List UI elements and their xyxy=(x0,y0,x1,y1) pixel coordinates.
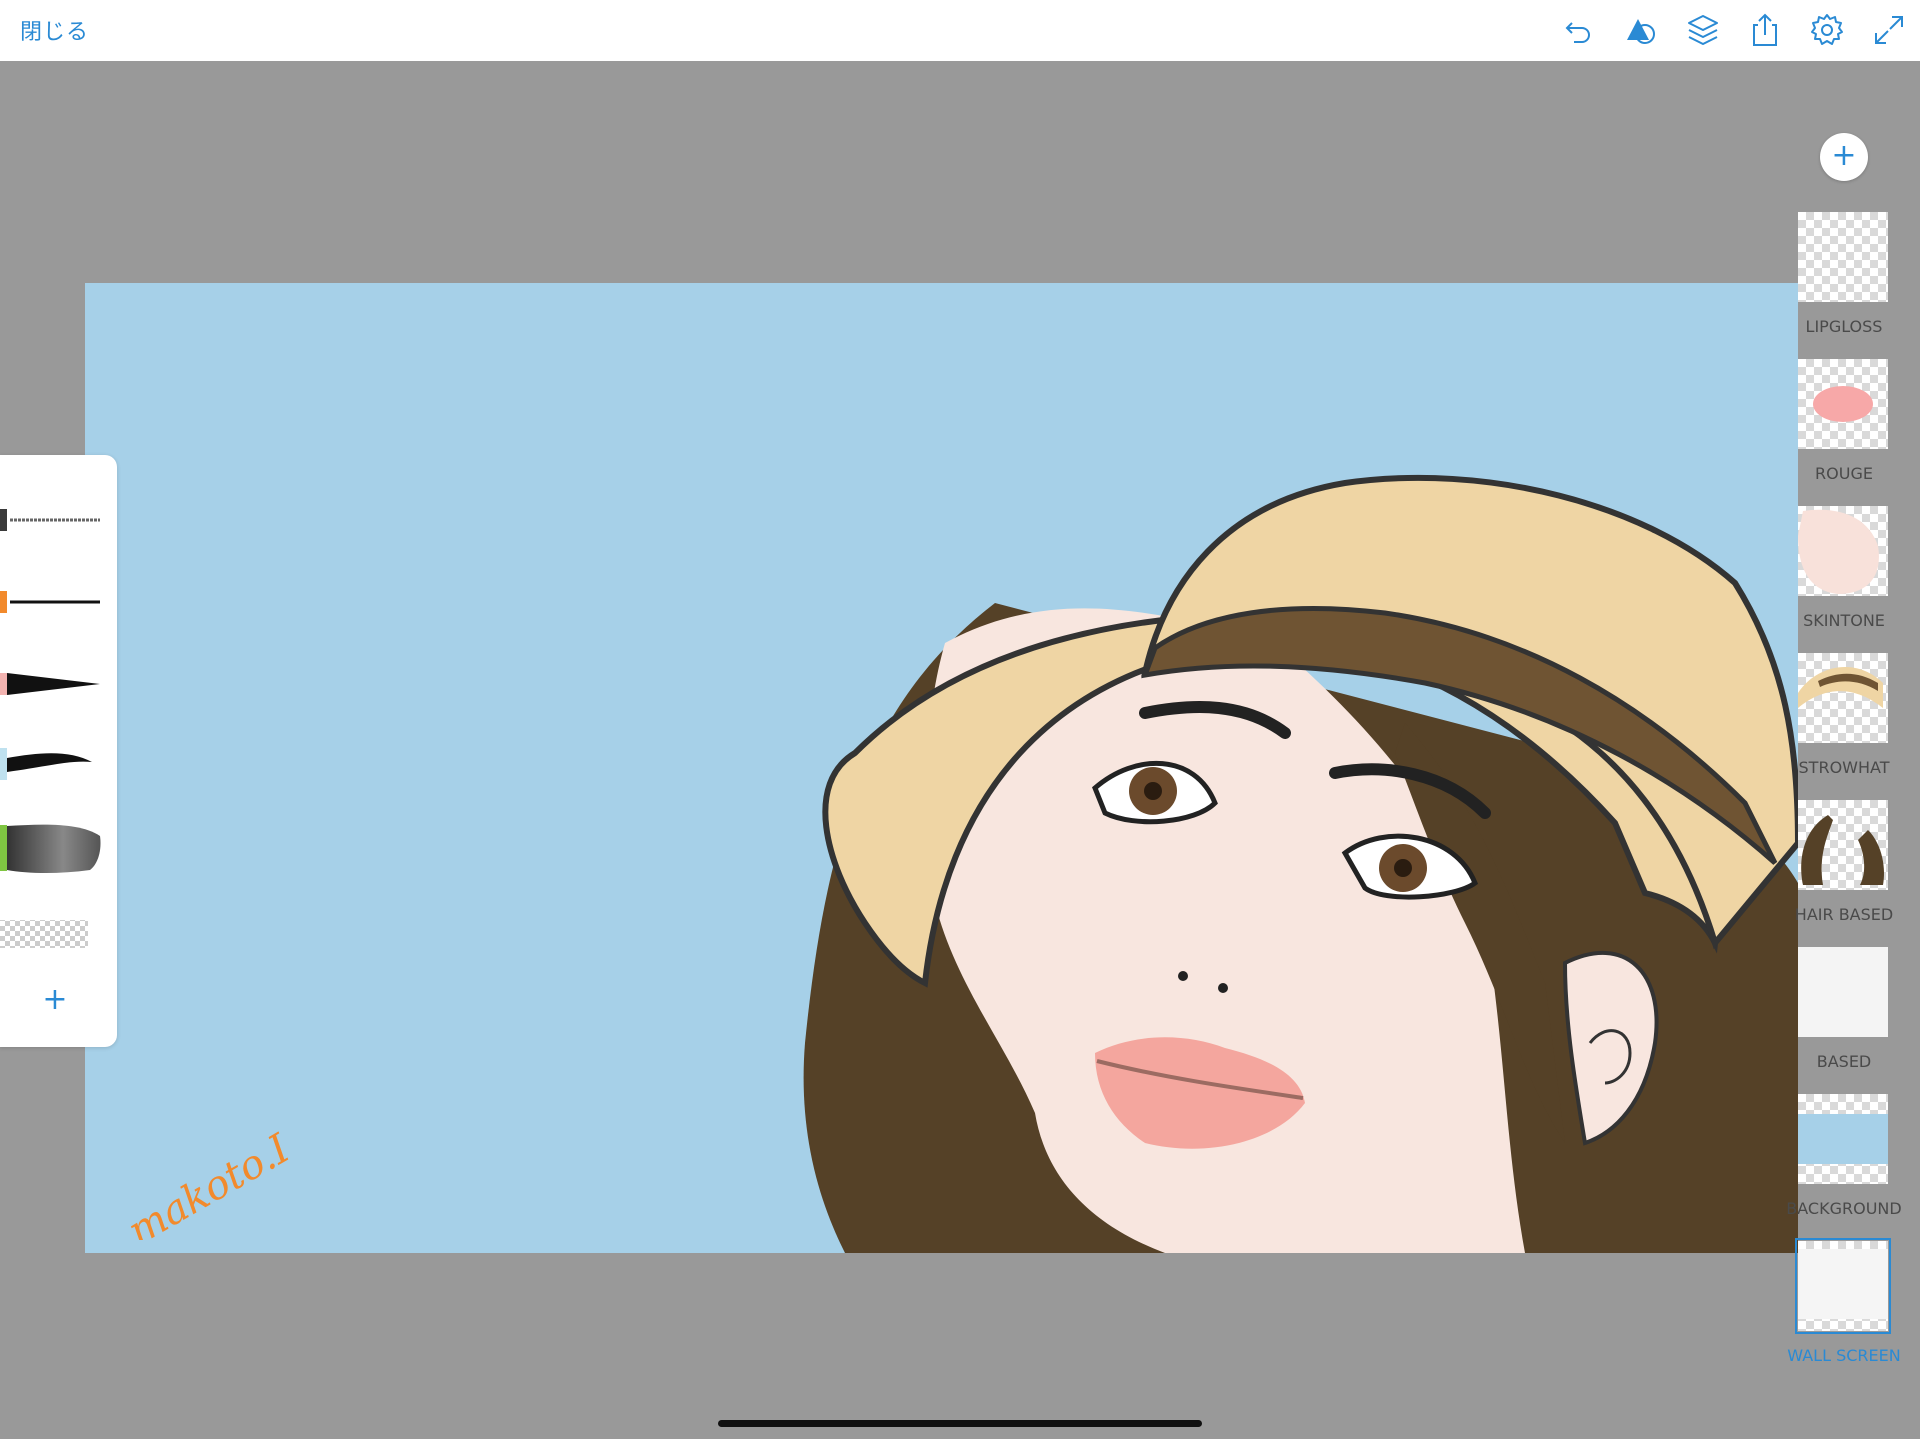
layer-thumbnail xyxy=(1795,1238,1891,1334)
line-brush[interactable] xyxy=(0,574,110,630)
drawing-canvas[interactable] xyxy=(85,283,1798,1253)
layer-thumbnail xyxy=(1798,1094,1888,1184)
share-icon[interactable] xyxy=(1748,13,1782,47)
layer-label: WALL SCREEN xyxy=(1787,1346,1901,1365)
layer-thumbnail xyxy=(1798,947,1888,1037)
layer-label: STROWHAT xyxy=(1798,758,1890,777)
layer-label: BASED xyxy=(1816,1052,1872,1071)
layers-icon[interactable] xyxy=(1686,13,1720,47)
layer-label: HAIR BASED xyxy=(1794,905,1894,924)
layer-rouge[interactable]: ROUGE xyxy=(1792,359,1896,499)
eraser-brush[interactable] xyxy=(0,906,110,962)
settings-icon[interactable] xyxy=(1810,13,1844,47)
portrait-illustration xyxy=(803,474,1798,1253)
undo-icon[interactable] xyxy=(1562,13,1596,47)
layer-thumbnail xyxy=(1798,653,1888,743)
top-toolbar: 閉じる xyxy=(0,0,1920,61)
layer-label: ROUGE xyxy=(1815,464,1873,483)
svg-text:makoto.I: makoto.I xyxy=(120,1125,298,1240)
layer-wall-screen[interactable]: WALL SCREEN xyxy=(1787,1238,1901,1381)
layer-thumbnail xyxy=(1798,800,1888,890)
layer-based[interactable]: BASED xyxy=(1792,947,1896,1087)
layer-background[interactable]: BACKGROUND xyxy=(1786,1094,1902,1234)
signature: makoto.I xyxy=(100,1100,320,1240)
layer-skintone[interactable]: SKINTONE xyxy=(1792,506,1896,646)
layer-thumbnail xyxy=(1798,212,1888,302)
layer-thumbnail xyxy=(1798,506,1888,596)
home-indicator[interactable] xyxy=(718,1420,1202,1427)
ink-brush[interactable] xyxy=(0,736,110,792)
taper-brush[interactable] xyxy=(0,656,110,712)
layer-lipgloss[interactable]: LIPGLOSS xyxy=(1792,212,1896,352)
layer-thumbnail xyxy=(1798,359,1888,449)
add-brush-button[interactable]: + xyxy=(40,985,70,1015)
layer-label: BACKGROUND xyxy=(1786,1199,1902,1218)
shapes-icon[interactable] xyxy=(1624,13,1658,47)
layer-label: SKINTONE xyxy=(1803,611,1885,630)
add-layer-button[interactable]: + xyxy=(1820,133,1868,181)
layer-label: LIPGLOSS xyxy=(1805,317,1883,336)
close-button[interactable]: 閉じる xyxy=(20,14,89,46)
layer-strowhat[interactable]: STROWHAT xyxy=(1792,653,1896,793)
pen-brush[interactable] xyxy=(0,492,110,548)
layer-hair-based[interactable]: HAIR BASED xyxy=(1792,800,1896,940)
fullscreen-icon[interactable] xyxy=(1872,13,1906,47)
wash-brush[interactable] xyxy=(0,820,110,876)
